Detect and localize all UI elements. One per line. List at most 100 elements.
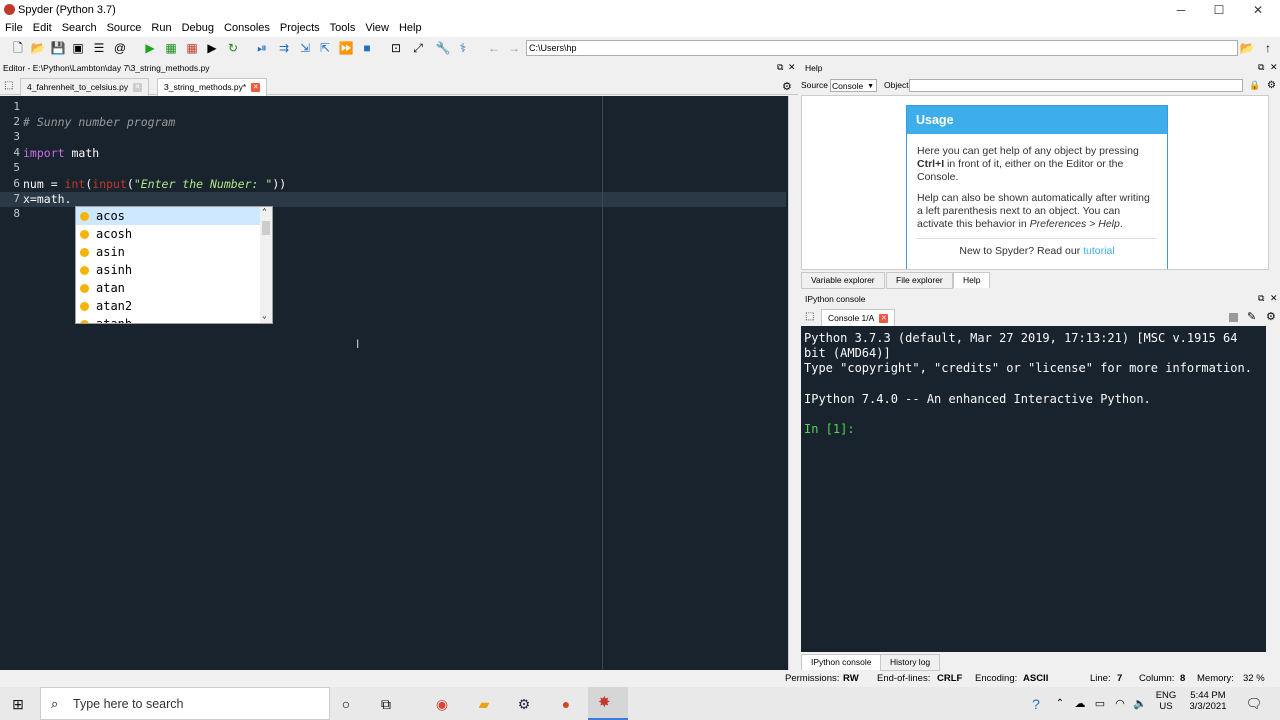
menu-debug[interactable]: Debug: [177, 20, 219, 37]
cloud-icon[interactable]: ☁: [1070, 694, 1090, 714]
chrome-icon[interactable]: ◉: [432, 694, 452, 714]
minimize-button[interactable]: ─: [1161, 0, 1201, 20]
browse-tabs-icon[interactable]: ⬚: [805, 311, 814, 322]
tab-history-log[interactable]: History log: [880, 654, 941, 671]
menu-run[interactable]: Run: [146, 20, 176, 37]
menu-search[interactable]: Search: [57, 20, 102, 37]
at-icon[interactable]: @: [112, 40, 128, 56]
chevron-down-icon[interactable]: ⌄: [262, 311, 267, 320]
tab-variable-explorer[interactable]: Variable explorer: [801, 272, 885, 289]
windows-start-icon[interactable]: ⊞: [8, 694, 28, 714]
close-tab-icon[interactable]: ✕: [251, 83, 261, 93]
notification-icon[interactable]: 🗨: [1244, 694, 1264, 714]
menu-help[interactable]: Help: [394, 20, 427, 37]
spyder-taskbar-button[interactable]: ✸: [588, 687, 628, 720]
completion-item[interactable]: acos: [76, 207, 262, 225]
save-icon[interactable]: 💾: [50, 40, 66, 56]
help-scrollbar[interactable]: [1269, 95, 1280, 270]
forward-arrow-icon[interactable]: →: [506, 40, 522, 56]
menu-projects[interactable]: Projects: [275, 20, 325, 37]
gear-icon[interactable]: ⚙: [1266, 310, 1276, 323]
source-select[interactable]: Console ▼: [830, 79, 877, 92]
close-pane-icon[interactable]: ✕: [788, 62, 796, 73]
menu-view[interactable]: View: [360, 20, 394, 37]
stop-square-icon[interactable]: [1229, 313, 1238, 322]
step-icon[interactable]: ⇉: [276, 40, 292, 56]
maximize-pane-icon[interactable]: ⊡: [388, 40, 404, 56]
rerun-icon[interactable]: ↻: [225, 40, 241, 56]
help-circle-icon[interactable]: ?: [1026, 694, 1046, 714]
close-pane-icon[interactable]: ✕: [1270, 62, 1278, 73]
fullscreen-icon[interactable]: ⤢: [410, 40, 426, 56]
completion-item[interactable]: atanh: [76, 315, 262, 323]
lock-icon[interactable]: 🔒: [1249, 77, 1260, 94]
menu-consoles[interactable]: Consoles: [219, 20, 275, 37]
run-selection-icon[interactable]: ▶: [204, 40, 220, 56]
volume-icon[interactable]: 🔈: [1130, 694, 1150, 714]
wifi-icon[interactable]: ◠: [1110, 694, 1130, 714]
completion-item[interactable]: asinh: [76, 261, 262, 279]
close-tab-icon[interactable]: ✕: [879, 314, 889, 324]
completion-scrollbar[interactable]: ⌃ ⌄: [260, 207, 272, 323]
file-explorer-icon[interactable]: ▰: [474, 694, 494, 714]
run-icon[interactable]: ▶: [142, 40, 158, 56]
maximize-button[interactable]: ☐: [1199, 0, 1239, 20]
completion-list[interactable]: acos acosh asin asinh atan atan2 atanh ⌃…: [75, 206, 273, 324]
tab-help[interactable]: Help: [953, 272, 991, 288]
menu-file[interactable]: File: [0, 20, 28, 37]
open-file-icon[interactable]: 📂: [30, 40, 46, 56]
step-return-icon[interactable]: ⇱: [317, 40, 333, 56]
editor-scrollbar[interactable]: [788, 96, 798, 670]
cortana-icon[interactable]: ○: [336, 694, 356, 714]
chevron-up-icon[interactable]: ⌃: [262, 207, 267, 216]
close-button[interactable]: ✕: [1238, 0, 1278, 20]
completion-item[interactable]: asin: [76, 243, 262, 261]
ipython-console[interactable]: Python 3.7.3 (default, Mar 27 2019, 17:1…: [801, 326, 1266, 652]
working-directory-input[interactable]: C:\Users\hp: [526, 40, 1238, 56]
console-scrollbar[interactable]: [1266, 326, 1280, 652]
python-path-icon[interactable]: ⚕: [455, 40, 471, 56]
completion-item[interactable]: atan2: [76, 297, 262, 315]
powerpoint-icon[interactable]: ●: [556, 694, 576, 714]
tab-console-1a[interactable]: Console 1/A ✕: [821, 309, 896, 327]
completion-item[interactable]: acosh: [76, 225, 262, 243]
steam-icon[interactable]: ⚙: [514, 694, 534, 714]
browse-folder-icon[interactable]: 📂: [1239, 40, 1255, 56]
browse-tabs-icon[interactable]: ⬚: [4, 80, 13, 91]
new-file-icon[interactable]: 🗋: [10, 40, 26, 56]
undock-icon[interactable]: ⧉: [1258, 62, 1264, 73]
chevron-up-icon[interactable]: ⌃: [1050, 694, 1070, 714]
gear-icon[interactable]: ⚙: [782, 80, 792, 93]
eraser-icon[interactable]: ✎: [1247, 310, 1256, 323]
gear-icon[interactable]: ⚙: [1267, 77, 1276, 94]
undock-icon[interactable]: ⧉: [777, 62, 783, 73]
language-indicator[interactable]: ENG US: [1155, 690, 1177, 712]
back-arrow-icon[interactable]: ←: [486, 40, 502, 56]
stop-icon[interactable]: ■: [359, 40, 375, 56]
parent-dir-arrow-icon[interactable]: ↑: [1260, 40, 1276, 56]
save-all-icon[interactable]: ▣: [70, 40, 86, 56]
close-pane-icon[interactable]: ✕: [1270, 293, 1278, 304]
tab-file-explorer[interactable]: File explorer: [886, 272, 953, 289]
close-tab-icon[interactable]: ✕: [133, 83, 143, 93]
continue-icon[interactable]: ⏩: [338, 40, 354, 56]
run-cell-advance-icon[interactable]: ▦: [184, 40, 200, 56]
menu-source[interactable]: Source: [102, 20, 147, 37]
preferences-wrench-icon[interactable]: 🔧: [435, 40, 451, 56]
debug-icon[interactable]: ⏯: [254, 40, 270, 56]
menu-tools[interactable]: Tools: [325, 20, 361, 37]
run-cell-icon[interactable]: ▦: [163, 40, 179, 56]
battery-icon[interactable]: ▭: [1090, 694, 1110, 714]
step-into-icon[interactable]: ⇲: [297, 40, 313, 56]
object-input[interactable]: [909, 79, 1243, 92]
undock-icon[interactable]: ⧉: [1258, 293, 1264, 304]
task-view-icon[interactable]: ⧉: [376, 694, 396, 714]
tab-fahrenheit[interactable]: 4_fahrenheit_to_celsius.py ✕: [20, 78, 150, 96]
scroll-thumb[interactable]: [262, 221, 270, 235]
outline-icon[interactable]: ☰: [91, 40, 107, 56]
taskbar-search-box[interactable]: ⌕ Type here to search: [40, 687, 330, 720]
menu-edit[interactable]: Edit: [28, 20, 57, 37]
tab-ipython-console[interactable]: IPython console: [801, 654, 882, 670]
code-editor[interactable]: 1 2 3 4 5 6 7 8 # Sunny number program i…: [0, 96, 788, 670]
completion-item[interactable]: atan: [76, 279, 262, 297]
